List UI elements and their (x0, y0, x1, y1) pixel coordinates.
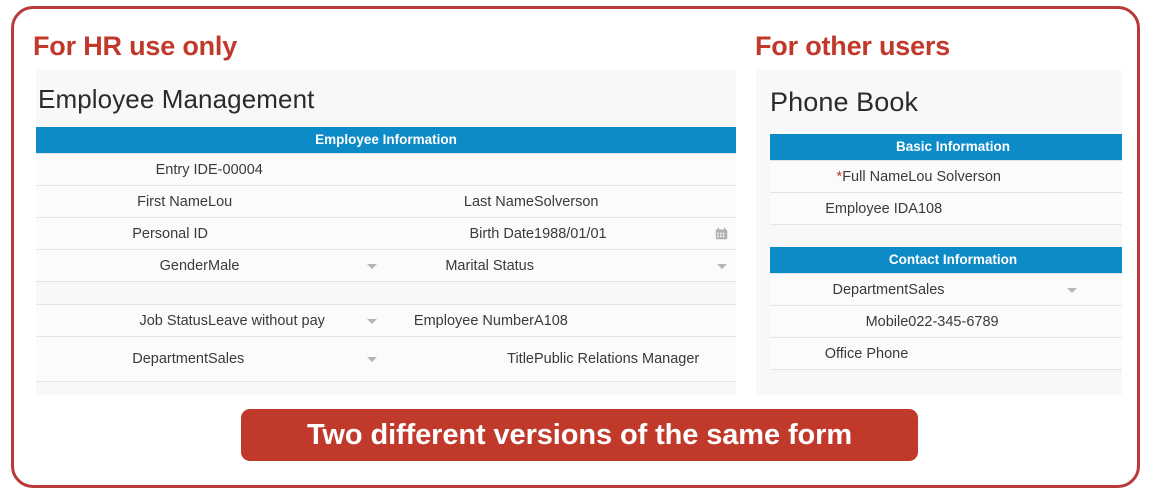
section-separator (756, 225, 1122, 247)
field-label-employee-number: Employee Number (386, 304, 534, 337)
birth-date-text: 1988/01/01 (534, 225, 607, 242)
basic-information-table: *Full Name Lou Solverson Employee ID A10… (770, 160, 1122, 225)
field-value-contact-department[interactable]: Sales (908, 273, 1122, 306)
section-separator (36, 282, 736, 304)
field-value-department[interactable]: Sales (208, 336, 386, 382)
field-value-marital-status[interactable] (534, 249, 736, 282)
table-row: Job Status Leave without pay Employee Nu… (36, 304, 736, 337)
field-value-job-status[interactable]: Leave without pay (208, 304, 386, 337)
chevron-down-icon[interactable] (367, 318, 377, 324)
department-text: Sales (208, 351, 245, 367)
phone-book-panel: Phone Book Basic Information *Full Name … (756, 70, 1122, 395)
field-value-first-name[interactable]: Lou (208, 185, 386, 218)
chevron-down-icon[interactable] (367, 357, 377, 362)
caption-banner: Two different versions of the same form (241, 409, 918, 461)
employment-details-table: Job Status Leave without pay Employee Nu… (36, 304, 736, 382)
field-label-contact-department: Department (770, 273, 909, 306)
section-header-employee-information: Employee Information (36, 127, 736, 153)
table-row: Employee ID A108 (770, 192, 1122, 225)
field-label-mobile: Mobile (770, 305, 909, 338)
field-label-title: Title (386, 336, 534, 382)
callout-label-other-users: For other users (755, 31, 951, 61)
field-label-entry-id: Entry ID (36, 153, 208, 186)
callout-label-hr: For HR use only (33, 31, 238, 61)
field-label-gender: Gender (36, 249, 208, 282)
job-status-text: Leave without pay (208, 312, 325, 329)
chevron-down-icon[interactable] (717, 263, 728, 269)
field-label-personal-id: Personal ID (36, 217, 208, 250)
field-value-employee-id[interactable]: A108 (908, 192, 1122, 225)
phone-book-title: Phone Book (770, 87, 919, 117)
table-row: First Name Lou Last Name Solverson (36, 185, 736, 218)
contact-information-table: Department Sales Mobile 022-345-6789 Off… (770, 273, 1122, 370)
chevron-down-icon[interactable] (367, 263, 377, 269)
table-row: Mobile 022-345-6789 (770, 305, 1122, 338)
table-row: Office Phone (770, 337, 1122, 370)
field-value-employee-number[interactable]: A108 (534, 304, 736, 337)
contact-department-text: Sales (908, 281, 945, 298)
table-row: Personal ID Birth Date 1988/01/01 (36, 217, 736, 250)
screenshot-root: For HR use only For other users Employee… (0, 0, 1162, 500)
field-label-department: Department (36, 336, 208, 382)
gender-text: Male (208, 257, 240, 274)
table-row: *Full Name Lou Solverson (770, 160, 1122, 193)
field-value-office-phone[interactable] (908, 337, 1122, 370)
field-label-birth-date: Birth Date (386, 217, 534, 250)
calendar-icon[interactable] (715, 227, 728, 240)
field-value-last-name[interactable]: Solverson (534, 185, 736, 218)
field-label-marital-status: Marital Status (386, 249, 534, 282)
contact-information-section: Contact Information Department Sales Mob… (770, 247, 1122, 370)
field-label-full-name: *Full Name (770, 160, 909, 193)
field-value-title[interactable]: Public Relations Manager (534, 336, 736, 382)
employee-management-title: Employee Management (38, 84, 315, 114)
employee-management-panel: Employee Management Employee Information… (36, 70, 736, 395)
basic-information-section: Basic Information *Full Name Lou Solvers… (770, 134, 1122, 225)
full-name-label-text: Full Name (842, 168, 909, 185)
employee-information-section: Employee Information Entry ID E-00004 Fi… (36, 127, 736, 282)
employee-information-table: Entry ID E-00004 First Name Lou Last Nam… (36, 153, 736, 282)
field-label-job-status: Job Status (36, 304, 208, 337)
field-value-mobile[interactable]: 022-345-6789 (908, 305, 1122, 338)
field-value-birth-date[interactable]: 1988/01/01 (534, 217, 736, 250)
table-row: Department Sales Title Public Relations … (36, 336, 736, 382)
field-label-office-phone: Office Phone (770, 337, 909, 370)
field-label-last-name: Last Name (386, 185, 534, 218)
field-label-first-name: First Name (36, 185, 208, 218)
field-value-full-name[interactable]: Lou Solverson (908, 160, 1122, 193)
chevron-down-icon[interactable] (1067, 287, 1077, 293)
section-header-contact-information: Contact Information (770, 247, 1122, 273)
table-row: Department Sales (770, 273, 1122, 306)
section-header-basic-information: Basic Information (770, 134, 1122, 160)
employment-details-section: Job Status Leave without pay Employee Nu… (36, 304, 736, 382)
table-row: Entry ID E-00004 (36, 153, 736, 186)
field-value-gender[interactable]: Male (208, 249, 386, 282)
field-value-personal-id[interactable] (208, 217, 386, 250)
table-row: Gender Male Marital Status (36, 249, 736, 282)
field-value-entry-id[interactable]: E-00004 (208, 153, 736, 186)
field-label-employee-id: Employee ID (770, 192, 909, 225)
